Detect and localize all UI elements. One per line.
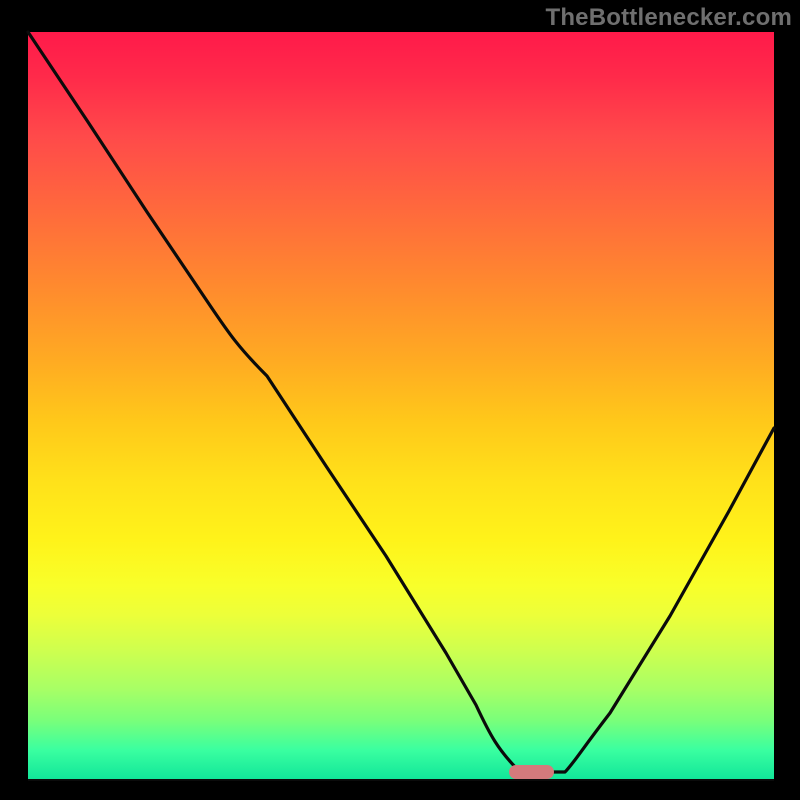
x-axis-baseline [28, 779, 774, 781]
optimal-marker [509, 765, 554, 779]
chart-root: TheBottlenecker.com [0, 0, 800, 800]
plot-area [28, 32, 774, 780]
watermark: TheBottlenecker.com [545, 4, 792, 32]
curve-layer [28, 32, 774, 780]
bottleneck-curve [28, 32, 774, 778]
